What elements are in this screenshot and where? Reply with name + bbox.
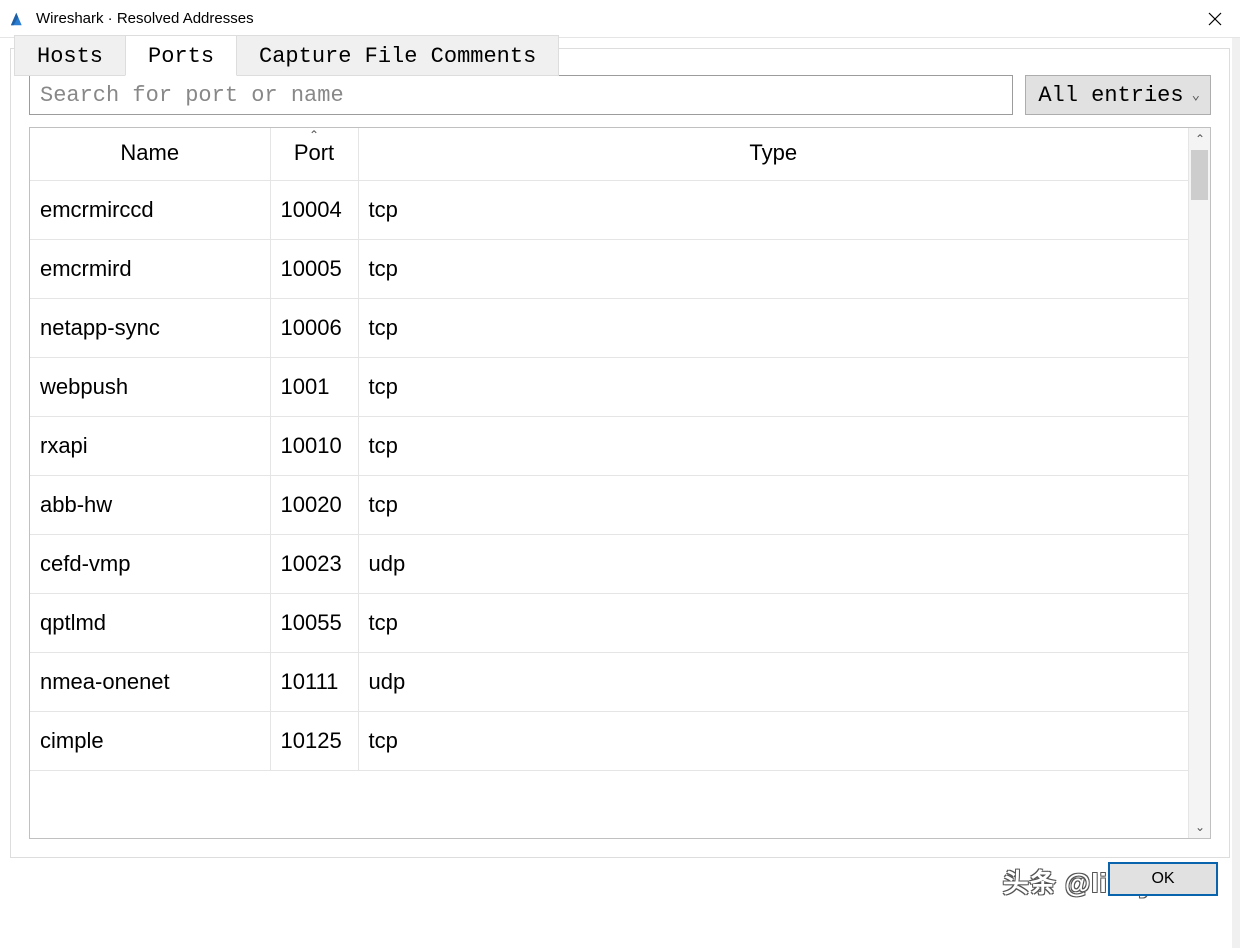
cell-name: emcrmird <box>30 240 270 299</box>
close-button[interactable] <box>1190 0 1240 38</box>
cell-port: 10020 <box>270 476 358 535</box>
column-header-name[interactable]: Name <box>30 128 270 181</box>
cell-name: abb-hw <box>30 476 270 535</box>
cell-name: qptlmd <box>30 594 270 653</box>
wireshark-icon <box>10 10 28 28</box>
ok-button[interactable]: OK <box>1108 862 1218 896</box>
table-row[interactable]: emcrmird10005tcp <box>30 240 1188 299</box>
cell-name: rxapi <box>30 417 270 476</box>
cell-name: nmea-onenet <box>30 653 270 712</box>
column-header-type[interactable]: Type <box>358 128 1188 181</box>
title-bar: Wireshark · Resolved Addresses <box>0 0 1240 38</box>
cell-type: udp <box>358 535 1188 594</box>
ports-table: Name ⌃ Port Type emcrmirccd10004tcpemcrm… <box>30 128 1188 771</box>
tab-content: All entries ⌄ Name ⌃ <box>29 75 1211 839</box>
table-row[interactable]: abb-hw10020tcp <box>30 476 1188 535</box>
cell-name: cefd-vmp <box>30 535 270 594</box>
table-row[interactable]: emcrmirccd10004tcp <box>30 181 1188 240</box>
cell-type: tcp <box>358 712 1188 771</box>
table-row[interactable]: webpush1001tcp <box>30 358 1188 417</box>
cell-type: tcp <box>358 417 1188 476</box>
cell-port: 10006 <box>270 299 358 358</box>
cell-port: 10125 <box>270 712 358 771</box>
cell-type: tcp <box>358 476 1188 535</box>
window-title: Wireshark · Resolved Addresses <box>36 10 254 27</box>
tab-ports[interactable]: Ports <box>125 35 237 76</box>
table-row[interactable]: qptlmd10055tcp <box>30 594 1188 653</box>
scroll-up-arrow-icon[interactable]: ⌃ <box>1189 128 1211 150</box>
cell-type: udp <box>358 653 1188 712</box>
cell-port: 10004 <box>270 181 358 240</box>
chevron-down-icon: ⌄ <box>1192 87 1200 104</box>
cell-port: 10023 <box>270 535 358 594</box>
cell-port: 10005 <box>270 240 358 299</box>
column-header-port[interactable]: ⌃ Port <box>270 128 358 181</box>
cell-type: tcp <box>358 240 1188 299</box>
filter-dropdown-label: All entries <box>1038 83 1183 108</box>
search-row: All entries ⌄ <box>29 75 1211 115</box>
table-row[interactable]: rxapi10010tcp <box>30 417 1188 476</box>
scroll-thumb[interactable] <box>1191 150 1208 200</box>
table-row[interactable]: cimple10125tcp <box>30 712 1188 771</box>
search-input[interactable] <box>29 75 1013 115</box>
cell-type: tcp <box>358 181 1188 240</box>
table-row[interactable]: nmea-onenet10111udp <box>30 653 1188 712</box>
tab-hosts[interactable]: Hosts <box>14 35 126 76</box>
filter-dropdown[interactable]: All entries ⌄ <box>1025 75 1211 115</box>
cell-type: tcp <box>358 299 1188 358</box>
cell-port: 1001 <box>270 358 358 417</box>
sort-ascending-icon: ⌃ <box>309 128 319 142</box>
scroll-down-arrow-icon[interactable]: ⌄ <box>1189 816 1211 838</box>
cell-name: cimple <box>30 712 270 771</box>
tab-strip: Hosts Ports Capture File Comments <box>14 35 558 76</box>
cell-name: netapp-sync <box>30 299 270 358</box>
table-row[interactable]: netapp-sync10006tcp <box>30 299 1188 358</box>
cell-type: tcp <box>358 594 1188 653</box>
vertical-scrollbar[interactable]: ⌃ ⌄ <box>1188 128 1210 838</box>
ports-table-wrap: Name ⌃ Port Type emcrmirccd10004tcpemcrm… <box>29 127 1211 839</box>
cell-port: 10010 <box>270 417 358 476</box>
cell-name: emcrmirccd <box>30 181 270 240</box>
tab-capture-file-comments[interactable]: Capture File Comments <box>236 35 559 76</box>
cell-port: 10055 <box>270 594 358 653</box>
cell-port: 10111 <box>270 653 358 712</box>
cell-name: webpush <box>30 358 270 417</box>
table-row[interactable]: cefd-vmp10023udp <box>30 535 1188 594</box>
dialog-frame: All entries ⌄ Name ⌃ <box>10 48 1230 858</box>
cell-type: tcp <box>358 358 1188 417</box>
window-edge-sliver <box>1232 0 1240 948</box>
